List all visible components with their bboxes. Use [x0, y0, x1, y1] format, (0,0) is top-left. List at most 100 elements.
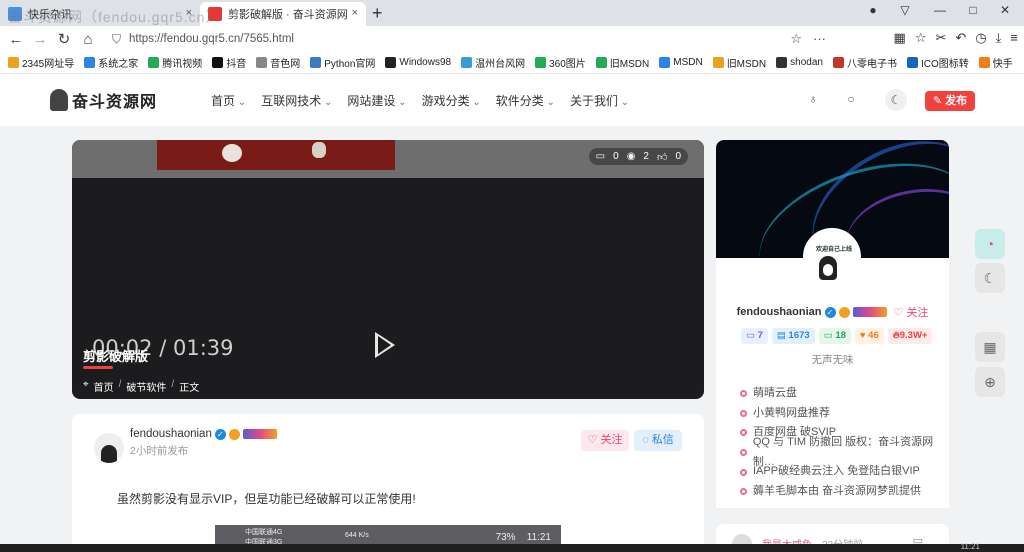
bookmark-label: 音色网 — [270, 59, 301, 70]
list-item[interactable]: 萌晴云盘 — [740, 384, 949, 404]
more-dots-icon[interactable]: ··· — [813, 31, 826, 46]
bookmark-item[interactable]: 旧MSDN — [595, 55, 649, 70]
back-arrow-icon[interactable]: ← — [4, 31, 28, 48]
tab-label: 剪影破解版 · 奋斗资源网 — [228, 9, 348, 21]
reload-icon[interactable]: ↻ — [52, 30, 76, 48]
video-frame-detail — [312, 142, 326, 158]
logo-icon — [50, 89, 68, 111]
search-icon[interactable]: ○ — [842, 92, 860, 110]
dark-mode-icon[interactable]: ☾ — [885, 89, 907, 111]
phone-status-right: 73% 11:21 — [496, 532, 551, 543]
download-icon[interactable]: ⤓ — [996, 30, 1002, 46]
nav-home[interactable]: 首页 — [211, 92, 246, 109]
link-text: 萌晴云盘 — [753, 387, 797, 399]
forward-arrow-icon[interactable]: → — [28, 31, 52, 48]
sidebar-author-name[interactable]: fendoushaonian — [737, 306, 822, 318]
bookmark-label: 腾讯视频 — [162, 59, 203, 70]
bookmark-item[interactable]: 快手 — [978, 55, 1013, 70]
list-item[interactable]: IAPP破经典云注入 免登陆白银VIP — [740, 462, 949, 482]
phone-clock: 11:21 — [526, 532, 551, 543]
minimize-button[interactable]: — — [925, 3, 955, 17]
bookmark-item[interactable]: MSDN — [659, 57, 703, 68]
sidebar-stats: ▭ 7 ▤ 1673 ▭ 18 ♥ 46 🔥︎9.3W+ — [741, 328, 933, 344]
avatar[interactable] — [94, 433, 124, 463]
list-item[interactable]: 薅羊毛脚本由 奋斗资源网梦凯提供 — [740, 482, 949, 502]
nav-software[interactable]: 软件分类 — [496, 92, 555, 109]
breadcrumb-category[interactable]: 破节软件 — [126, 379, 166, 394]
cut-icon[interactable]: ✂ — [936, 30, 947, 46]
bookmark-item[interactable]: 音色网 — [256, 55, 300, 70]
stat-heat[interactable]: 🔥︎9.3W+ — [887, 328, 933, 344]
new-tab-button[interactable]: + — [372, 3, 383, 24]
author-name[interactable]: fendoushaonian — [130, 428, 212, 440]
link-text: 薅羊毛脚本由 奋斗资源网梦凯提供 — [753, 484, 922, 497]
bookmark-star-icon[interactable]: ☆ — [790, 31, 802, 47]
bookmark-item[interactable]: Windows98 — [385, 57, 451, 68]
address-bar[interactable]: ⛉ https://fendou.gqr5.cn/7565.html ☆ ··· — [112, 29, 836, 49]
bookmark-item[interactable]: Python官网 — [310, 55, 375, 70]
stat-comments[interactable]: ▭ 7 — [741, 328, 768, 344]
tab-close-icon[interactable]: × — [352, 7, 358, 19]
list-item[interactable]: 小黄鸭网盘推荐 — [740, 404, 949, 424]
shirt-icon[interactable]: ▽ — [890, 3, 920, 17]
tab-active[interactable]: 剪影破解版 · 奋斗资源网 × — [200, 2, 366, 26]
bookmark-item[interactable]: 抖音 — [212, 55, 246, 70]
bookmark-favicon-icon — [659, 57, 671, 68]
reply-icon: ▭ — [823, 330, 836, 341]
favorites-icon[interactable]: ☆ — [915, 30, 927, 46]
bookmarks-bar: 2345网址导 系统之家 腾讯视频 抖音 音色网 Python官网 Windows98 温州台… — [0, 52, 1024, 74]
bookmark-item[interactable]: 腾讯视频 — [148, 55, 202, 70]
nav-web-building[interactable]: 网站建设 — [347, 92, 406, 109]
post-card: fendoushaonian ✓ 2小时前发布 ♡ 关注 ◌ 私信 虽然剪影没有… — [72, 414, 704, 552]
bookmark-item[interactable]: ICO图标转 — [906, 55, 969, 70]
link-text: IAPP破经典云注入 免登陆白银VIP — [753, 465, 920, 478]
battery-percent: 73% — [495, 532, 516, 543]
play-icon[interactable] — [375, 332, 395, 358]
tip-bulb-icon[interactable]: ♁ — [804, 92, 822, 110]
bullet-icon — [740, 429, 747, 437]
bookmark-item[interactable]: 旧MSDN — [712, 55, 766, 70]
grid-icon[interactable]: ▦ — [894, 30, 906, 46]
stat-posts[interactable]: ▤ 1673 — [771, 328, 815, 344]
breadcrumb-home[interactable]: 首页 — [94, 379, 114, 394]
breadcrumb: ⌖ 首页 / 破节软件 / 正文 — [83, 379, 199, 394]
breadcrumb-sep: / — [171, 379, 175, 390]
message-button[interactable]: ◌ 私信 — [634, 430, 682, 451]
sidebar-follow-button[interactable]: ♡ 关注 — [894, 304, 929, 320]
stat-likes[interactable]: ♥ 46 — [854, 328, 884, 344]
bookmark-item[interactable]: 2345网址导 — [8, 55, 74, 70]
bookmark-item[interactable]: 360图片 — [535, 55, 586, 70]
home-icon[interactable]: ⌂ — [76, 31, 100, 48]
account-icon[interactable]: ● — [858, 3, 888, 17]
sidebar-author-card: 欢迎自己上线 fendoushaonian ✓ ♡ 关注 ▭ 7 ▤ 1673 … — [716, 140, 949, 400]
qrcode-icon[interactable]: ▦ — [975, 332, 1005, 362]
nav-internet-tech[interactable]: 互联网技术 — [261, 92, 332, 109]
list-item[interactable]: QQ 与 TIM 防撤回 版权：奋斗资源网 制… — [740, 436, 949, 468]
wechat-icon[interactable]: ◔ — [975, 229, 1005, 259]
site-logo[interactable]: 奋斗资源网 — [50, 88, 157, 112]
undo-icon[interactable]: ↶ — [955, 30, 966, 46]
history-icon[interactable]: ◷ — [975, 30, 986, 46]
post-stats: ▭ 0 ◉ 2 👍︎ 0 — [588, 148, 688, 165]
nav-about[interactable]: 关于我们 — [570, 92, 629, 109]
nav-games[interactable]: 游戏分类 — [422, 92, 481, 109]
follow-button[interactable]: ♡ 关注 — [581, 430, 629, 451]
bookmark-item[interactable]: 温州台风网 — [461, 55, 525, 70]
taskbar-clock: 11:21 — [960, 542, 980, 551]
bookmark-item[interactable]: 八零电子书 — [832, 55, 897, 70]
dark-mode-float-icon[interactable]: ☾ — [975, 263, 1005, 293]
bookmark-item[interactable]: 系统之家 — [84, 55, 138, 70]
bookmark-item[interactable]: shodan — [776, 57, 823, 68]
stat-replies[interactable]: ▭ 18 — [818, 328, 851, 344]
close-window-button[interactable]: ✕ — [990, 3, 1020, 17]
sidebar-name-line: fendoushaonian ✓ ♡ 关注 — [716, 304, 949, 320]
bookmark-label: 360图片 — [549, 59, 586, 70]
restore-button[interactable]: □ — [958, 3, 988, 17]
menu-icon[interactable]: ≡ — [1010, 30, 1018, 46]
add-circle-icon[interactable]: ⊕ — [975, 367, 1005, 397]
sidebar-avatar[interactable]: 欢迎自己上线 — [803, 228, 861, 286]
publish-button[interactable]: ✎ 发布 — [925, 91, 975, 111]
video-player[interactable]: ▭ 0 ◉ 2 👍︎ 0 00:02 / 01:39 剪影破解版 ⌖ 首页 / 破节软… — [72, 140, 704, 399]
logo-text: 奋斗资源网 — [72, 92, 158, 111]
url-text[interactable]: https://fendou.gqr5.cn/7565.html — [129, 33, 294, 45]
